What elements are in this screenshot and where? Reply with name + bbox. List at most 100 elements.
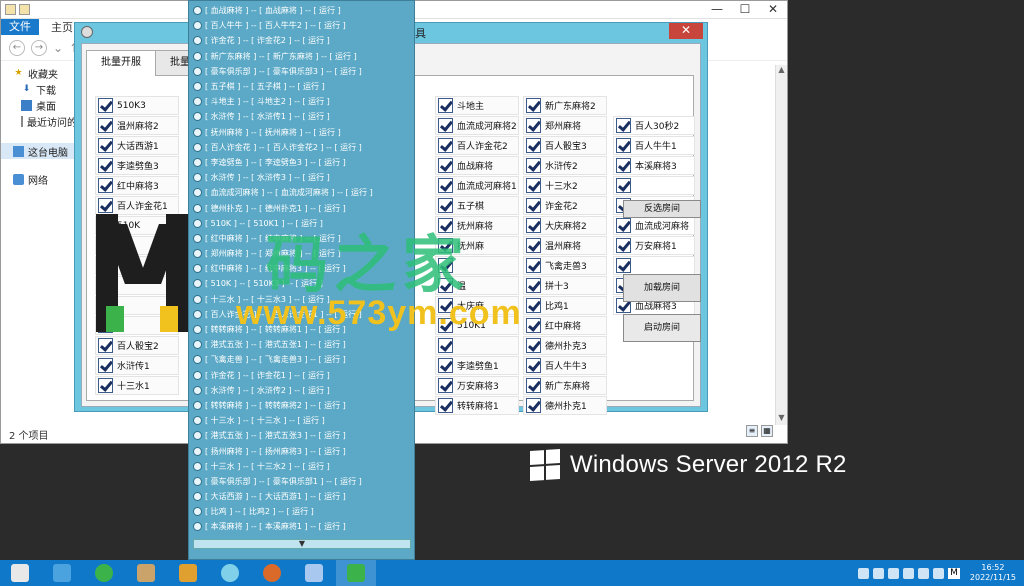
tiles-view-icon[interactable]: ▦ (761, 425, 773, 437)
log-item[interactable]: [ 大话西游 ] -- [ 大话西游1 ] -- [ 运行 ] (193, 489, 413, 504)
room-checkbox-row[interactable]: 本溪麻将3 (613, 156, 695, 175)
checkbox[interactable] (98, 178, 113, 193)
checkbox[interactable] (438, 138, 453, 153)
taskbar-paint[interactable] (168, 560, 208, 586)
room-checkbox-row[interactable]: 血战麻将 (435, 156, 519, 175)
log-item[interactable]: [ 豪车俱乐部 ] -- [ 豪车俱乐部1 ] -- [ 运行 ] (193, 474, 413, 489)
log-item[interactable]: [ 十三水 ] -- [ 十三水 ] -- [ 运行 ] (193, 413, 413, 428)
room-checkbox-row[interactable] (613, 256, 695, 275)
log-item[interactable]: [ 水浒传 ] -- [ 水浒传1 ] -- [ 运行 ] (193, 109, 413, 124)
room-checkbox-row[interactable]: 百人骰宝2 (95, 336, 179, 355)
log-item[interactable]: [ 港式五张 ] -- [ 港式五张3 ] -- [ 运行 ] (193, 428, 413, 443)
checkbox[interactable] (616, 158, 631, 173)
taskbar-tools[interactable] (126, 560, 166, 586)
log-item[interactable]: [ 五子棋 ] -- [ 五子棋 ] -- [ 运行 ] (193, 79, 413, 94)
checkbox[interactable] (98, 378, 113, 393)
maximize-button[interactable]: ☐ (731, 1, 759, 19)
room-checkbox-row[interactable]: 水浒传2 (523, 156, 607, 175)
log-item[interactable]: [ 扬州麻将 ] -- [ 扬州麻将3 ] -- [ 运行 ] (193, 443, 413, 458)
checkbox[interactable] (98, 338, 113, 353)
checkbox[interactable] (526, 338, 541, 353)
checkbox[interactable] (616, 178, 631, 193)
log-item[interactable]: [ 诈金花 ] -- [ 诈金花1 ] -- [ 运行 ] (193, 368, 413, 383)
log-item[interactable]: [ 抚州麻将 ] -- [ 抚州麻将 ] -- [ 运行 ] (193, 125, 413, 140)
checkbox[interactable] (98, 358, 113, 373)
checkbox[interactable] (526, 118, 541, 133)
log-item[interactable]: [ 斗地主 ] -- [ 斗地主2 ] -- [ 运行 ] (193, 94, 413, 109)
checkbox[interactable] (616, 258, 631, 273)
room-checkbox-row[interactable] (613, 176, 695, 195)
room-checkbox-row[interactable]: 百人牛牛3 (523, 356, 607, 375)
display-icon[interactable] (918, 567, 930, 579)
log-item[interactable]: [ 港式五张 ] -- [ 港式五张1 ] -- [ 运行 ] (193, 337, 413, 352)
room-checkbox-row[interactable]: 百人牛牛1 (613, 136, 695, 155)
log-item[interactable]: [ 比鸡 ] -- [ 比鸡2 ] -- [ 运行 ] (193, 504, 413, 519)
speaker-icon[interactable] (873, 567, 885, 579)
log-item[interactable]: [ 本溪麻将 ] -- [ 本溪麻将1 ] -- [ 运行 ] (193, 519, 413, 534)
room-checkbox-row[interactable]: 大话西游1 (95, 136, 179, 155)
log-item[interactable]: [ 转转麻将 ] -- [ 转转麻将2 ] -- [ 运行 ] (193, 398, 413, 413)
room-checkbox-row[interactable]: 郑州麻将 (523, 116, 607, 135)
room-checkbox-row[interactable]: 斗地主 (435, 96, 519, 115)
sidebar-item-recent[interactable]: 最近访问的 (1, 113, 77, 129)
scroll-down-icon[interactable]: ▼ (776, 413, 787, 425)
log-item[interactable]: [ 李逵劈鱼 ] -- [ 李逵劈鱼3 ] -- [ 运行 ] (193, 155, 413, 170)
room-checkbox-row[interactable]: 百人诈金花2 (435, 136, 519, 155)
log-item[interactable]: [ 血流成河麻将 ] -- [ 血流成河麻将 ] -- [ 运行 ] (193, 185, 413, 200)
checkbox[interactable] (526, 138, 541, 153)
room-checkbox-row[interactable]: 血流成河麻将 (613, 216, 695, 235)
tab-batch-start[interactable]: 批量开服 (86, 50, 156, 76)
sidebar-item-downloads[interactable]: ⬇ 下载 (1, 81, 77, 97)
flag-icon[interactable] (858, 567, 870, 579)
checkbox[interactable] (438, 358, 453, 373)
chevron-down-icon[interactable]: ⌄ (53, 41, 63, 55)
log-item[interactable]: [ 水浒传 ] -- [ 水浒传2 ] -- [ 运行 ] (193, 383, 413, 398)
taskbar-recycle[interactable] (84, 560, 124, 586)
room-checkbox-row[interactable]: 新广东麻将 (523, 376, 607, 395)
taskbar-powershell[interactable] (42, 560, 82, 586)
checkbox[interactable] (616, 138, 631, 153)
room-checkbox-row[interactable]: 万安麻将3 (435, 376, 519, 395)
room-checkbox-row[interactable]: 李逵劈鱼3 (95, 156, 179, 175)
invert-selection-button[interactable]: 反选房间 (623, 200, 701, 218)
back-arrow-icon[interactable]: ← (9, 39, 25, 56)
room-checkbox-row[interactable]: 水浒传1 (95, 356, 179, 375)
taskbar-settings[interactable] (252, 560, 292, 586)
checkbox[interactable] (438, 178, 453, 193)
room-checkbox-row[interactable]: 万安麻将1 (613, 236, 695, 255)
log-item[interactable]: [ 新广东麻将 ] -- [ 新广东麻将 ] -- [ 运行 ] (193, 49, 413, 64)
checkbox[interactable] (526, 378, 541, 393)
checkbox[interactable] (438, 98, 453, 113)
lang-icon[interactable] (933, 567, 945, 579)
ime-indicator[interactable]: M (948, 567, 960, 579)
sidebar-item-favorites[interactable]: ★ 收藏夹 (1, 65, 77, 81)
start-rooms-button[interactable]: 启动房间 (623, 314, 701, 342)
log-item[interactable]: [ 百人诈金花 ] -- [ 百人诈金花2 ] -- [ 运行 ] (193, 140, 413, 155)
checkbox[interactable] (438, 378, 453, 393)
room-checkbox-row[interactable] (435, 336, 519, 355)
details-view-icon[interactable]: ≡ (746, 425, 758, 437)
minimize-button[interactable]: — (703, 1, 731, 19)
room-checkbox-row[interactable]: 十三水2 (523, 176, 607, 195)
checkbox[interactable] (98, 98, 113, 113)
room-checkbox-row[interactable]: 血流成河麻将1 (435, 176, 519, 195)
checkbox[interactable] (98, 158, 113, 173)
sidebar-item-this-pc[interactable]: 这台电脑 (1, 143, 77, 159)
log-item[interactable]: [ 飞禽走兽 ] -- [ 飞禽走兽3 ] -- [ 运行 ] (193, 352, 413, 367)
scroll-up-icon[interactable]: ▲ (776, 65, 787, 77)
checkbox[interactable] (98, 138, 113, 153)
checkbox[interactable] (616, 238, 631, 253)
log-item[interactable]: [ 百人牛牛 ] -- [ 百人牛牛2 ] -- [ 运行 ] (193, 18, 413, 33)
sidebar-item-desktop[interactable]: 桌面 (1, 97, 77, 113)
taskbar-app[interactable] (336, 560, 376, 586)
log-item[interactable]: [ 血战麻将 ] -- [ 血战麻将 ] -- [ 运行 ] (193, 3, 413, 18)
ribbon-tab-file[interactable]: 文件 (1, 19, 39, 35)
checkbox[interactable] (616, 118, 631, 133)
room-checkbox-row[interactable]: 红中麻将3 (95, 176, 179, 195)
log-item[interactable]: [ 水浒传 ] -- [ 水浒传3 ] -- [ 运行 ] (193, 170, 413, 185)
clock[interactable]: 16:52 2022/11/15 (970, 563, 1016, 583)
checkbox[interactable] (526, 398, 541, 413)
close-button[interactable]: ✕ (669, 23, 703, 39)
room-checkbox-row[interactable]: 新广东麻将2 (523, 96, 607, 115)
room-checkbox-row[interactable]: 德州扑克3 (523, 336, 607, 355)
